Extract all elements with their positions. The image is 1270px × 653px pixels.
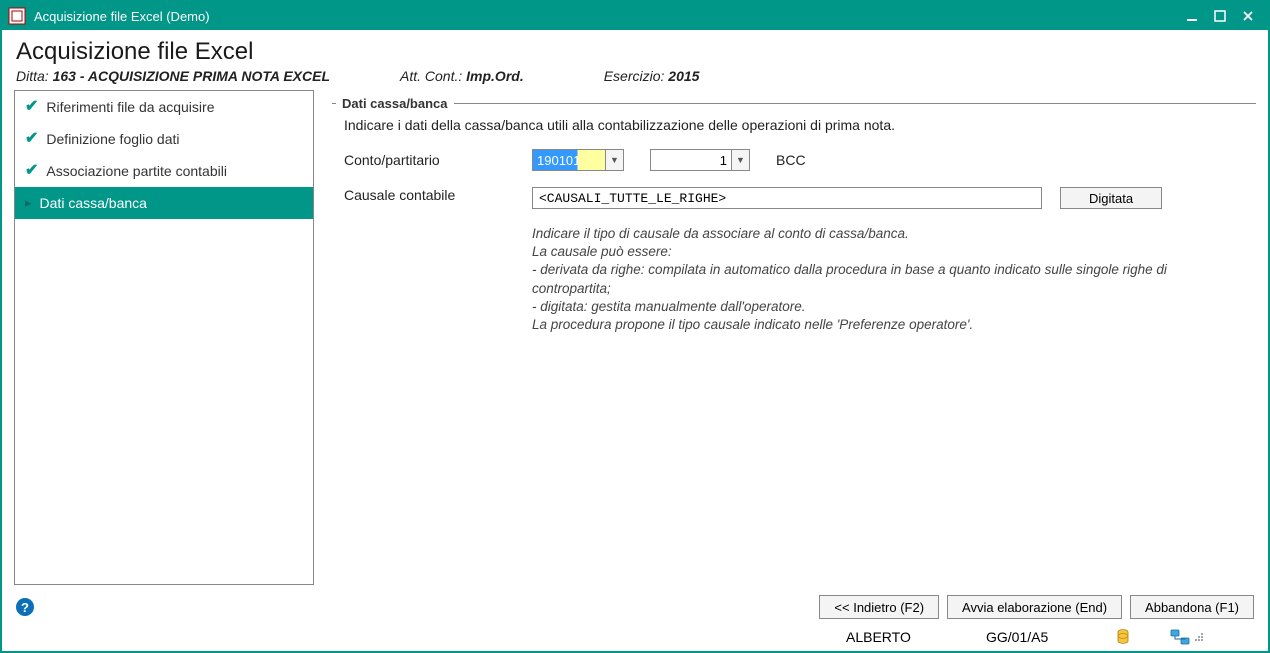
sidebar-item-definizione[interactable]: ✔ Definizione foglio dati <box>15 123 313 155</box>
back-button[interactable]: << Indietro (F2) <box>819 595 939 619</box>
sidebar-item-label: Definizione foglio dati <box>46 131 179 147</box>
main-panel: Dati cassa/banca Indicare i dati della c… <box>326 90 1256 585</box>
page-header: Acquisizione file Excel Ditta: 163 - ACQ… <box>2 30 1268 90</box>
database-icon[interactable] <box>1116 629 1130 645</box>
status-bar: ALBERTO GG/01/A5 <box>16 625 1254 651</box>
check-icon: ✔ <box>25 131 38 147</box>
minimize-button[interactable] <box>1178 4 1206 28</box>
ditta-value: 163 - ACQUISIZIONE PRIMA NOTA EXCEL <box>53 68 330 84</box>
sidebar-item-label: Riferimenti file da acquisire <box>46 99 214 115</box>
body: ✔ Riferimenti file da acquisire ✔ Defini… <box>2 90 1268 589</box>
digitata-button[interactable]: Digitata <box>1060 187 1162 209</box>
wizard-steps: ✔ Riferimenti file da acquisire ✔ Defini… <box>14 90 314 585</box>
resize-grip-icon[interactable] <box>1194 629 1204 645</box>
fieldset-legend: Dati cassa/banca <box>342 96 448 111</box>
check-icon: ✔ <box>25 99 38 115</box>
causale-input[interactable] <box>532 187 1042 209</box>
window-title: Acquisizione file Excel (Demo) <box>34 9 1178 24</box>
maximize-button[interactable] <box>1206 4 1234 28</box>
conto-partitario-label: Conto/partitario <box>344 152 524 168</box>
chevron-down-icon[interactable]: ▼ <box>605 150 623 170</box>
conto-combo[interactable]: ▼ <box>532 149 624 171</box>
arrow-right-icon: ▸ <box>25 195 32 211</box>
ditta-label: Ditta: <box>16 68 49 84</box>
chevron-down-icon[interactable]: ▼ <box>731 150 749 170</box>
intro-text: Indicare i dati della cassa/banca utili … <box>344 117 1252 133</box>
partitario-combo[interactable]: ▼ <box>650 149 750 171</box>
help-icon[interactable]: ? <box>16 598 34 616</box>
partitario-input[interactable] <box>651 150 731 170</box>
check-icon: ✔ <box>25 163 38 179</box>
status-code: GG/01/A5 <box>986 629 1116 645</box>
causale-help-text: Indicare il tipo di causale da associare… <box>532 225 1172 334</box>
titlebar: Acquisizione file Excel (Demo) <box>2 2 1268 30</box>
info-line: Ditta: 163 - ACQUISIZIONE PRIMA NOTA EXC… <box>16 68 1254 84</box>
app-window: Acquisizione file Excel (Demo) Acquisizi… <box>0 0 1270 653</box>
app-icon <box>8 7 26 25</box>
close-button[interactable] <box>1234 4 1262 28</box>
sidebar-item-label: Dati cassa/banca <box>40 195 147 211</box>
network-icon[interactable] <box>1170 629 1190 645</box>
att-cont-value: Imp.Ord. <box>466 68 524 84</box>
esercizio-value: 2015 <box>668 68 699 84</box>
sidebar-item-riferimenti[interactable]: ✔ Riferimenti file da acquisire <box>15 91 313 123</box>
abandon-button[interactable]: Abbandona (F1) <box>1130 595 1254 619</box>
esercizio-label: Esercizio: <box>604 68 665 84</box>
sidebar-item-label: Associazione partite contabili <box>46 163 227 179</box>
bank-name: BCC <box>776 152 806 168</box>
causale-label: Causale contabile <box>344 187 524 203</box>
sidebar-item-associazione[interactable]: ✔ Associazione partite contabili <box>15 155 313 187</box>
sidebar-item-dati-cassa[interactable]: ▸ Dati cassa/banca <box>15 187 313 219</box>
att-cont-label: Att. Cont.: <box>400 68 462 84</box>
dati-cassa-fieldset: Dati cassa/banca Indicare i dati della c… <box>332 96 1256 338</box>
footer: ? << Indietro (F2) Avvia elaborazione (E… <box>2 589 1268 651</box>
status-user: ALBERTO <box>846 629 986 645</box>
conto-input[interactable] <box>533 150 605 170</box>
start-button[interactable]: Avvia elaborazione (End) <box>947 595 1122 619</box>
page-title: Acquisizione file Excel <box>16 38 1254 66</box>
